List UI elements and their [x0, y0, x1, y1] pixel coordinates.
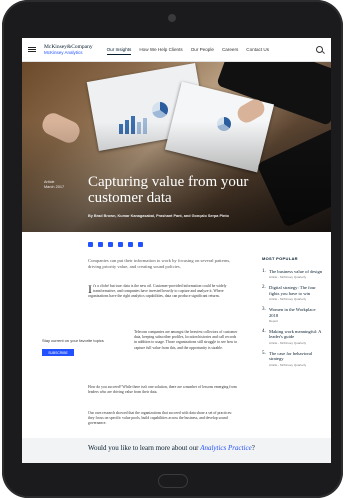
learn-more-banner: Would you like to learn more about our A… [22, 438, 331, 463]
nav-link-our-people[interactable]: Our People [191, 45, 214, 55]
learn-more-prefix: Would you like to learn more about our [88, 444, 201, 452]
tablet-frame: McKinsey&Company McKinsey Analytics Our … [2, 0, 343, 498]
article-paragraph: I t's a cliché but true: data is the new… [88, 282, 238, 300]
nav-links: Our Insights How We Help Clients Our Peo… [106, 45, 269, 55]
article-paragraph: Our own research showed that the organiz… [88, 411, 233, 426]
item-source: Article - McKinsey Quarterly [269, 275, 307, 280]
most-popular-item[interactable]: 3. Women in the Workplace 2018 Report [262, 307, 326, 323]
nav-link-careers[interactable]: Careers [222, 45, 238, 55]
article-byline: By Brad Brown, Kumar Kanagasabai, Prasha… [88, 214, 229, 218]
paragraph-text: t's a cliché but true: data is the new o… [88, 284, 227, 299]
item-number: 1. [262, 269, 266, 274]
screen: McKinsey&Company McKinsey Analytics Our … [22, 38, 331, 463]
brand-name: McKinsey&Company [44, 43, 93, 50]
item-source: Article - McKinsey Quarterly [269, 362, 307, 367]
item-number: 3. [262, 307, 266, 313]
brand-subtitle: McKinsey Analytics [44, 49, 83, 55]
nav-link-contact-us[interactable]: Contact Us [246, 45, 269, 55]
item-title-link[interactable]: The case for behavioral strategy [269, 351, 325, 362]
item-number: 2. [262, 285, 266, 291]
item-source: Article - McKinsey Quarterly [269, 297, 307, 302]
analytics-practice-link[interactable]: Analytics Practice [200, 444, 252, 452]
most-popular-sidebar: MOST POPULAR 1. The business value of de… [262, 256, 326, 373]
article-lede: Companies can put their information to w… [88, 258, 231, 269]
learn-more-text: Would you like to learn more about our A… [88, 444, 255, 452]
most-popular-item[interactable]: 4. Making work meaningful: A leader's gu… [262, 329, 326, 345]
menu-icon[interactable] [28, 46, 36, 53]
subscribe-box: Stay current on your favorite topics SUB… [42, 338, 122, 356]
linkedin-icon[interactable] [88, 242, 93, 247]
item-title-link[interactable]: Making work meaningful: A leader's guide [269, 329, 325, 340]
search-icon[interactable] [316, 46, 323, 53]
most-popular-title: MOST POPULAR [262, 256, 298, 261]
camera-icon [168, 14, 176, 22]
twitter-icon[interactable] [98, 242, 103, 247]
item-title-link[interactable]: Digital strategy: The four fights you ha… [269, 285, 325, 296]
item-title-link[interactable]: The business value of design [269, 269, 325, 274]
item-source: Article - McKinsey Quarterly [269, 340, 307, 345]
share-bar [88, 242, 143, 247]
article-meta: Article March 2017 [44, 180, 64, 190]
drop-cap: I [88, 282, 92, 296]
hero-image: Article March 2017 Capturing value from … [22, 62, 331, 232]
subscribe-button[interactable]: SUBSCRIBE [42, 349, 74, 356]
home-button[interactable] [158, 474, 188, 488]
learn-more-suffix: ? [251, 444, 255, 452]
nav-link-our-insights[interactable]: Our Insights [106, 45, 132, 55]
article-title: Capturing value from your customer data [88, 174, 249, 206]
hero-shade [22, 62, 331, 232]
article-paragraph: Telecom companies are amongst the heavie… [134, 330, 238, 350]
item-number: 5. [262, 350, 266, 356]
item-source: Report [269, 319, 279, 324]
facebook-icon[interactable] [108, 242, 113, 247]
most-popular-item[interactable]: 2. Digital strategy: The four fights you… [262, 285, 326, 301]
brand-logo[interactable]: McKinsey&Company McKinsey Analytics [44, 44, 93, 56]
subscribe-text: Stay current on your favorite topics [42, 338, 104, 343]
nav-link-how-we-help[interactable]: How We Help Clients [139, 45, 182, 55]
bookmark-icon[interactable] [138, 242, 143, 247]
article-date: March 2017 [44, 185, 65, 189]
item-title-link[interactable]: Women in the Workplace 2018 [269, 307, 325, 318]
item-number: 4. [262, 329, 266, 335]
top-navigation: McKinsey&Company McKinsey Analytics Our … [22, 38, 331, 62]
article-paragraph: How do you succeed? While there isn't on… [88, 385, 237, 395]
email-icon[interactable] [118, 242, 123, 247]
most-popular-item[interactable]: 5. The case for behavioral strategy Arti… [262, 351, 326, 367]
most-popular-item[interactable]: 1. The business value of design Article … [262, 269, 326, 279]
download-icon[interactable] [128, 242, 133, 247]
